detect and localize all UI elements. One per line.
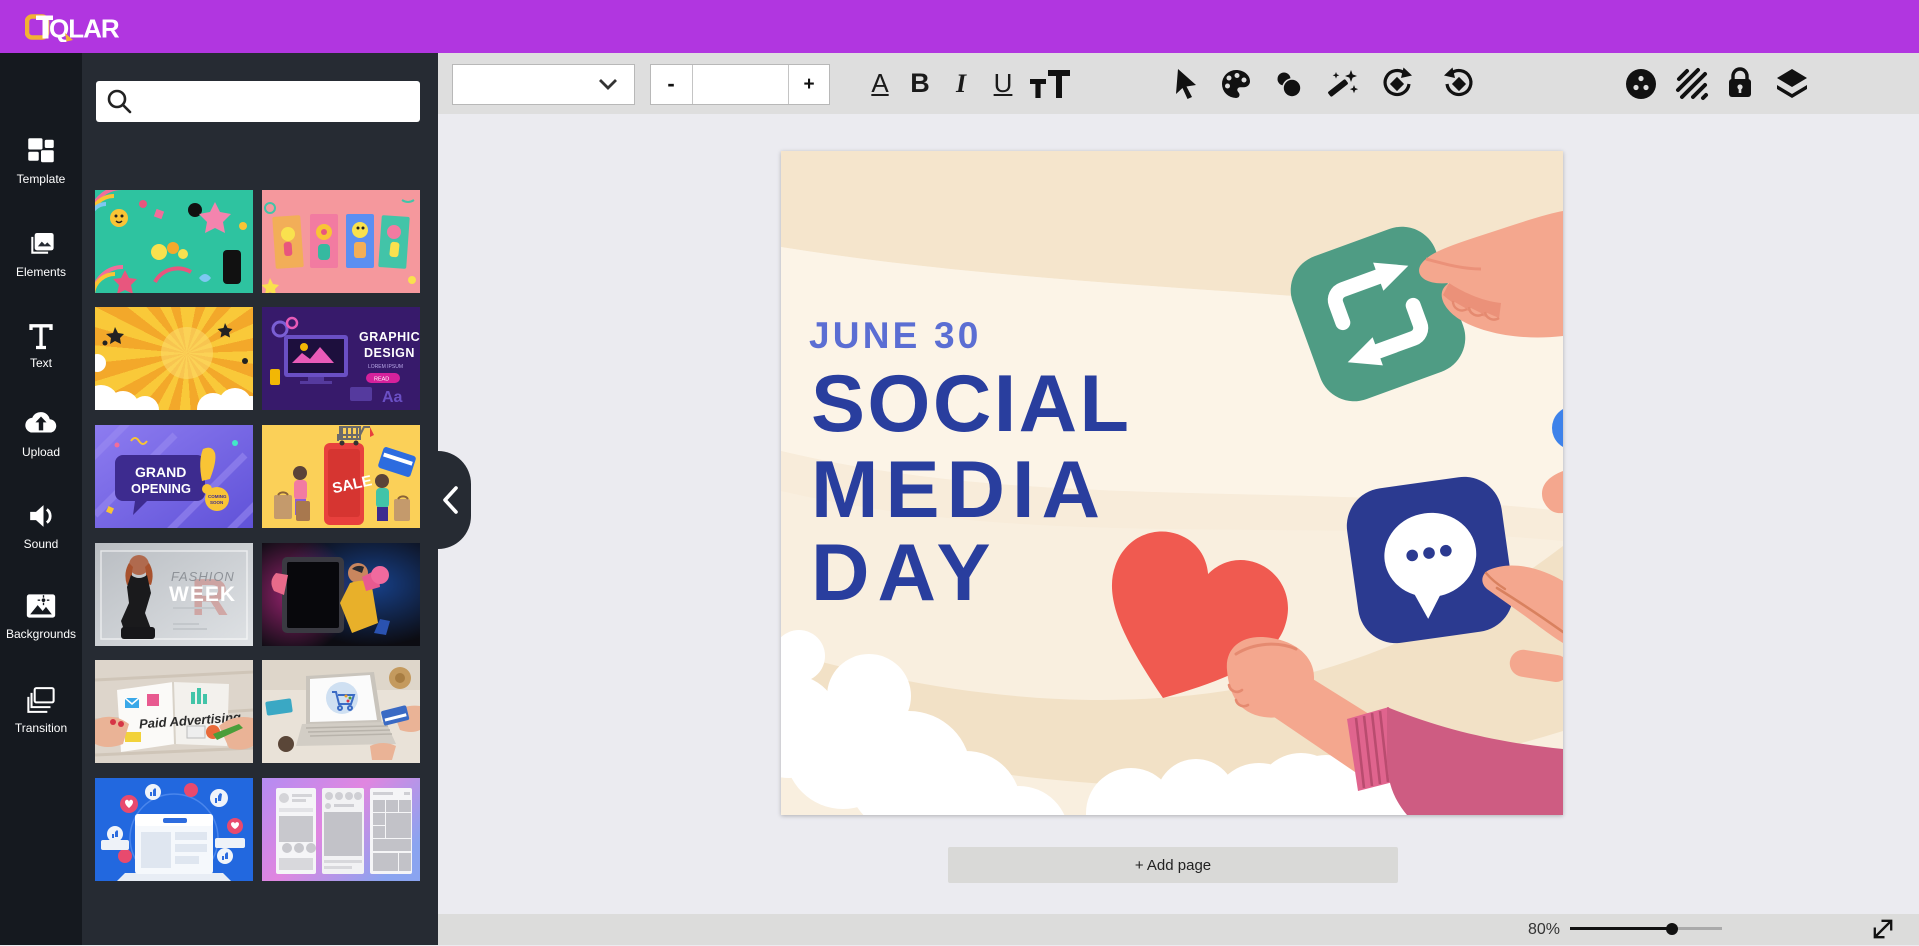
svg-text:READ: READ (374, 377, 389, 383)
svg-text:DAY: DAY (811, 528, 999, 618)
svg-text:COMING: COMING (208, 494, 227, 499)
svg-text:OPENING: OPENING (131, 481, 191, 496)
svg-text:DESIGN: DESIGN (364, 346, 415, 360)
svg-text:GRAPHIC: GRAPHIC (359, 330, 420, 344)
svg-text:MEDIA: MEDIA (811, 445, 1107, 535)
svg-text:JUNE 30: JUNE 30 (809, 315, 982, 356)
svg-text:GRAND: GRAND (135, 464, 186, 480)
svg-text:Aa: Aa (382, 389, 403, 406)
svg-text:WEEK: WEEK (169, 583, 236, 606)
svg-text:SOCIAL: SOCIAL (811, 359, 1131, 449)
svg-text:QLAR: QLAR (49, 14, 120, 43)
svg-text:LOREM IPSUM: LOREM IPSUM (368, 364, 403, 370)
svg-text:SOON: SOON (210, 500, 223, 505)
svg-text:FASHION: FASHION (171, 569, 235, 584)
